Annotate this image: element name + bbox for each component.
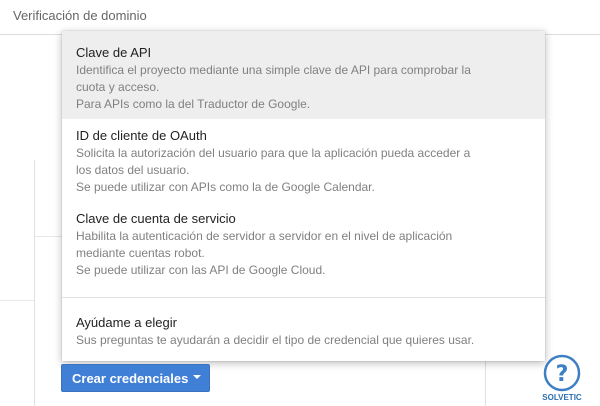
menu-item-desc-line: Para APIs como la del Traductor de Googl… — [76, 97, 311, 111]
top-tab-bar: Verificación de dominio — [0, 0, 600, 35]
solvetic-logo: ? SOLVETIC — [533, 353, 591, 405]
menu-item-desc-line: Se puede utilizar con APIs como la de Go… — [76, 180, 375, 194]
menu-item-desc-line: Se puede utilizar con las API de Google … — [76, 263, 326, 277]
menu-item-title: Clave de cuenta de servicio — [76, 211, 236, 226]
create-credentials-button[interactable]: Crear credenciales — [61, 364, 210, 392]
tab-domain-verification[interactable]: Verificación de dominio — [13, 8, 147, 23]
menu-item-oauth-client-id[interactable]: ID de cliente de OAuth Solicita la autor… — [62, 127, 545, 209]
svg-text:?: ? — [556, 362, 569, 387]
credentials-dropdown-menu: Clave de API Identifica el proyecto medi… — [62, 31, 545, 361]
menu-item-desc-line: Sus preguntas te ayudarán a decidir el t… — [76, 333, 475, 347]
background-line — [0, 300, 34, 301]
menu-item-desc-line: mediante cuentas robot. — [76, 246, 205, 260]
menu-item-desc-line: Solicita la autorización del usuario par… — [76, 146, 471, 160]
logo-text: SOLVETIC — [542, 393, 582, 402]
menu-item-title: Ayúdame a elegir — [76, 315, 177, 330]
menu-item-help-me-choose[interactable]: Ayúdame a elegir Sus preguntas te ayudar… — [62, 314, 545, 358]
create-credentials-label: Crear credenciales — [72, 371, 189, 386]
menu-item-title: ID de cliente de OAuth — [76, 128, 207, 143]
menu-item-title: Clave de API — [76, 45, 152, 60]
menu-item-desc-line: Habilita la autenticación de servidor a … — [76, 229, 453, 243]
question-mark-icon: ? — [543, 354, 581, 392]
menu-divider — [62, 297, 545, 298]
menu-item-service-account-key[interactable]: Clave de cuenta de servicio Habilita la … — [62, 210, 545, 292]
menu-item-desc-line: cuota y acceso. — [76, 80, 160, 94]
menu-item-desc-line: Identifica el proyecto mediante una simp… — [76, 63, 471, 77]
caret-down-icon — [193, 375, 201, 379]
menu-item-api-key[interactable]: Clave de API Identifica el proyecto medi… — [62, 31, 545, 119]
menu-item-desc-line: los datos del usuario. — [76, 163, 190, 177]
